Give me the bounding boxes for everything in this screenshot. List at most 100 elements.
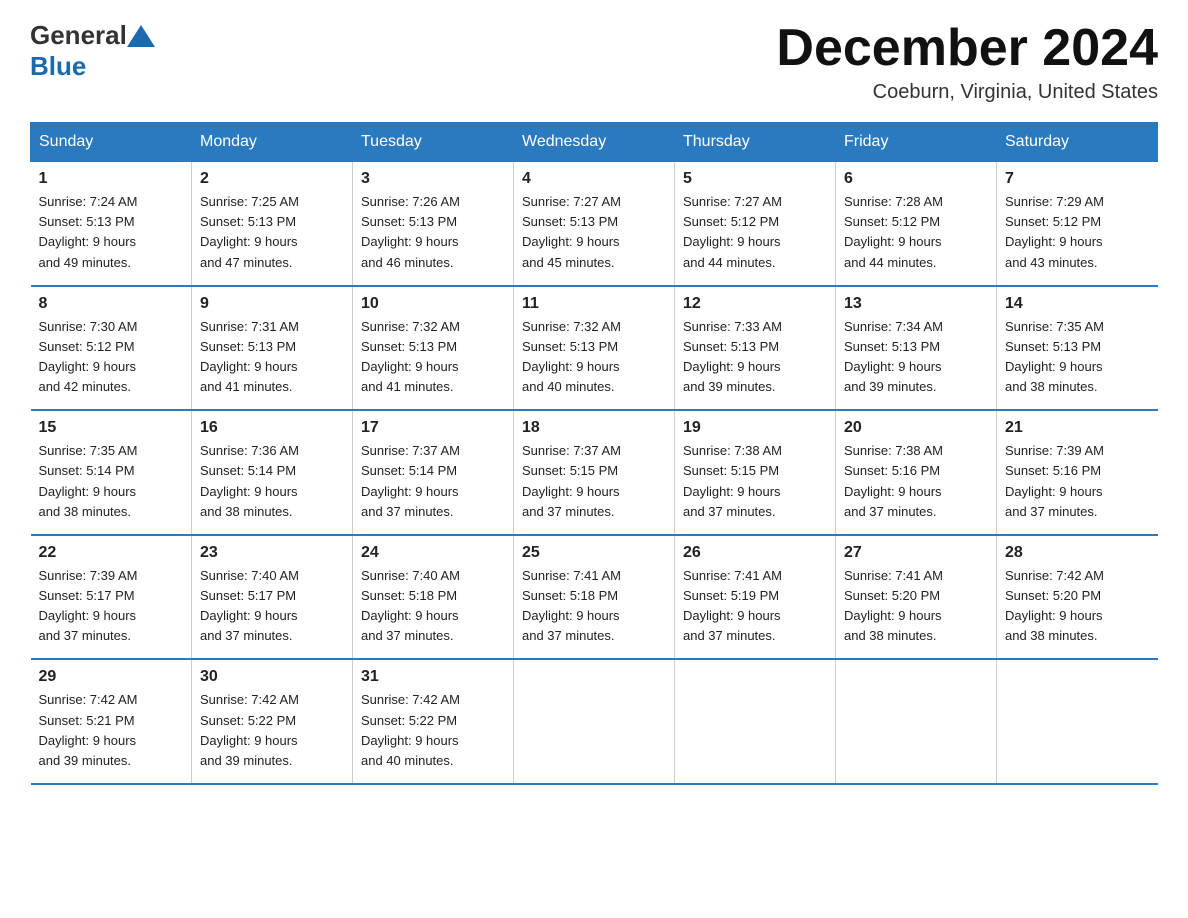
day-info: Sunrise: 7:32 AM Sunset: 5:13 PM Dayligh… (361, 317, 505, 398)
day-number: 26 (683, 544, 827, 562)
day-info: Sunrise: 7:42 AM Sunset: 5:20 PM Dayligh… (1005, 566, 1150, 647)
day-number: 21 (1005, 419, 1150, 437)
logo-blue-part (127, 25, 155, 47)
col-friday: Friday (836, 123, 997, 162)
table-row (997, 659, 1158, 784)
table-row: 31 Sunrise: 7:42 AM Sunset: 5:22 PM Dayl… (353, 659, 514, 784)
table-row: 26 Sunrise: 7:41 AM Sunset: 5:19 PM Dayl… (675, 535, 836, 660)
day-number: 14 (1005, 295, 1150, 313)
day-number: 16 (200, 419, 344, 437)
table-row: 18 Sunrise: 7:37 AM Sunset: 5:15 PM Dayl… (514, 410, 675, 535)
day-info: Sunrise: 7:33 AM Sunset: 5:13 PM Dayligh… (683, 317, 827, 398)
table-row: 30 Sunrise: 7:42 AM Sunset: 5:22 PM Dayl… (192, 659, 353, 784)
table-row: 24 Sunrise: 7:40 AM Sunset: 5:18 PM Dayl… (353, 535, 514, 660)
table-row: 16 Sunrise: 7:36 AM Sunset: 5:14 PM Dayl… (192, 410, 353, 535)
table-row: 28 Sunrise: 7:42 AM Sunset: 5:20 PM Dayl… (997, 535, 1158, 660)
day-number: 4 (522, 170, 666, 188)
day-number: 18 (522, 419, 666, 437)
day-number: 7 (1005, 170, 1150, 188)
day-info: Sunrise: 7:34 AM Sunset: 5:13 PM Dayligh… (844, 317, 988, 398)
day-info: Sunrise: 7:30 AM Sunset: 5:12 PM Dayligh… (39, 317, 184, 398)
table-row: 14 Sunrise: 7:35 AM Sunset: 5:13 PM Dayl… (997, 286, 1158, 411)
day-number: 11 (522, 295, 666, 313)
col-sunday: Sunday (31, 123, 192, 162)
table-row: 8 Sunrise: 7:30 AM Sunset: 5:12 PM Dayli… (31, 286, 192, 411)
day-info: Sunrise: 7:25 AM Sunset: 5:13 PM Dayligh… (200, 192, 344, 273)
day-number: 3 (361, 170, 505, 188)
day-info: Sunrise: 7:35 AM Sunset: 5:13 PM Dayligh… (1005, 317, 1150, 398)
day-info: Sunrise: 7:32 AM Sunset: 5:13 PM Dayligh… (522, 317, 666, 398)
day-number: 28 (1005, 544, 1150, 562)
table-row: 13 Sunrise: 7:34 AM Sunset: 5:13 PM Dayl… (836, 286, 997, 411)
table-row: 11 Sunrise: 7:32 AM Sunset: 5:13 PM Dayl… (514, 286, 675, 411)
day-number: 2 (200, 170, 344, 188)
day-info: Sunrise: 7:37 AM Sunset: 5:14 PM Dayligh… (361, 441, 505, 522)
day-number: 23 (200, 544, 344, 562)
day-info: Sunrise: 7:24 AM Sunset: 5:13 PM Dayligh… (39, 192, 184, 273)
day-number: 19 (683, 419, 827, 437)
table-row: 5 Sunrise: 7:27 AM Sunset: 5:12 PM Dayli… (675, 162, 836, 286)
day-number: 27 (844, 544, 988, 562)
logo: General Blue (30, 20, 155, 82)
day-info: Sunrise: 7:28 AM Sunset: 5:12 PM Dayligh… (844, 192, 988, 273)
table-row: 6 Sunrise: 7:28 AM Sunset: 5:12 PM Dayli… (836, 162, 997, 286)
table-row: 20 Sunrise: 7:38 AM Sunset: 5:16 PM Dayl… (836, 410, 997, 535)
day-info: Sunrise: 7:37 AM Sunset: 5:15 PM Dayligh… (522, 441, 666, 522)
logo-triangle-icon (127, 25, 155, 47)
day-number: 20 (844, 419, 988, 437)
day-info: Sunrise: 7:35 AM Sunset: 5:14 PM Dayligh… (39, 441, 184, 522)
month-title: December 2024 (776, 20, 1158, 77)
table-row: 10 Sunrise: 7:32 AM Sunset: 5:13 PM Dayl… (353, 286, 514, 411)
day-info: Sunrise: 7:40 AM Sunset: 5:17 PM Dayligh… (200, 566, 344, 647)
day-info: Sunrise: 7:31 AM Sunset: 5:13 PM Dayligh… (200, 317, 344, 398)
table-row: 12 Sunrise: 7:33 AM Sunset: 5:13 PM Dayl… (675, 286, 836, 411)
table-row: 7 Sunrise: 7:29 AM Sunset: 5:12 PM Dayli… (997, 162, 1158, 286)
table-row (675, 659, 836, 784)
day-number: 24 (361, 544, 505, 562)
logo-blue-text: Blue (30, 51, 86, 82)
logo-general-text: General (30, 20, 127, 51)
day-number: 25 (522, 544, 666, 562)
day-number: 1 (39, 170, 184, 188)
title-section: December 2024 Coeburn, Virginia, United … (776, 20, 1158, 104)
calendar-header-row: Sunday Monday Tuesday Wednesday Thursday… (31, 123, 1158, 162)
day-info: Sunrise: 7:27 AM Sunset: 5:13 PM Dayligh… (522, 192, 666, 273)
table-row: 15 Sunrise: 7:35 AM Sunset: 5:14 PM Dayl… (31, 410, 192, 535)
day-number: 31 (361, 668, 505, 686)
day-info: Sunrise: 7:40 AM Sunset: 5:18 PM Dayligh… (361, 566, 505, 647)
table-row: 2 Sunrise: 7:25 AM Sunset: 5:13 PM Dayli… (192, 162, 353, 286)
location-text: Coeburn, Virginia, United States (776, 81, 1158, 104)
day-info: Sunrise: 7:42 AM Sunset: 5:22 PM Dayligh… (361, 690, 505, 771)
table-row (514, 659, 675, 784)
day-number: 17 (361, 419, 505, 437)
table-row: 9 Sunrise: 7:31 AM Sunset: 5:13 PM Dayli… (192, 286, 353, 411)
day-info: Sunrise: 7:27 AM Sunset: 5:12 PM Dayligh… (683, 192, 827, 273)
table-row: 23 Sunrise: 7:40 AM Sunset: 5:17 PM Dayl… (192, 535, 353, 660)
day-info: Sunrise: 7:42 AM Sunset: 5:21 PM Dayligh… (39, 690, 184, 771)
day-number: 10 (361, 295, 505, 313)
calendar-week-row: 15 Sunrise: 7:35 AM Sunset: 5:14 PM Dayl… (31, 410, 1158, 535)
calendar-week-row: 8 Sunrise: 7:30 AM Sunset: 5:12 PM Dayli… (31, 286, 1158, 411)
day-info: Sunrise: 7:36 AM Sunset: 5:14 PM Dayligh… (200, 441, 344, 522)
day-number: 22 (39, 544, 184, 562)
col-monday: Monday (192, 123, 353, 162)
day-number: 13 (844, 295, 988, 313)
day-info: Sunrise: 7:41 AM Sunset: 5:18 PM Dayligh… (522, 566, 666, 647)
table-row: 17 Sunrise: 7:37 AM Sunset: 5:14 PM Dayl… (353, 410, 514, 535)
page-header: General Blue December 2024 Coeburn, Virg… (30, 20, 1158, 104)
day-info: Sunrise: 7:41 AM Sunset: 5:20 PM Dayligh… (844, 566, 988, 647)
col-saturday: Saturday (997, 123, 1158, 162)
day-info: Sunrise: 7:26 AM Sunset: 5:13 PM Dayligh… (361, 192, 505, 273)
calendar-week-row: 29 Sunrise: 7:42 AM Sunset: 5:21 PM Dayl… (31, 659, 1158, 784)
day-number: 15 (39, 419, 184, 437)
table-row: 1 Sunrise: 7:24 AM Sunset: 5:13 PM Dayli… (31, 162, 192, 286)
table-row: 19 Sunrise: 7:38 AM Sunset: 5:15 PM Dayl… (675, 410, 836, 535)
table-row: 29 Sunrise: 7:42 AM Sunset: 5:21 PM Dayl… (31, 659, 192, 784)
day-number: 9 (200, 295, 344, 313)
table-row: 25 Sunrise: 7:41 AM Sunset: 5:18 PM Dayl… (514, 535, 675, 660)
col-wednesday: Wednesday (514, 123, 675, 162)
day-info: Sunrise: 7:38 AM Sunset: 5:16 PM Dayligh… (844, 441, 988, 522)
day-number: 29 (39, 668, 184, 686)
calendar-week-row: 22 Sunrise: 7:39 AM Sunset: 5:17 PM Dayl… (31, 535, 1158, 660)
day-number: 30 (200, 668, 344, 686)
